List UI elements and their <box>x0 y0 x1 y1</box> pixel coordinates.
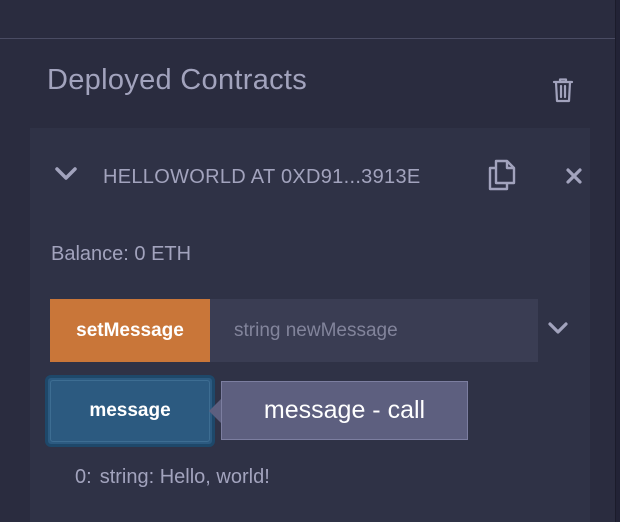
divider <box>0 38 615 39</box>
tooltip: message - call <box>221 381 468 440</box>
chevron-down-icon[interactable] <box>547 321 569 335</box>
trash-icon[interactable] <box>551 77 575 103</box>
chevron-down-icon[interactable] <box>54 166 78 182</box>
result-index: 0: <box>75 466 92 488</box>
result-value: string: Hello, world! <box>99 466 270 488</box>
panel-edge <box>615 0 620 522</box>
contract-name[interactable]: HELLOWORLD AT 0XD91...3913E <box>103 166 439 190</box>
call-result: 0: string: Hello, world! <box>75 466 270 489</box>
message-call-button[interactable]: message <box>45 375 215 447</box>
copy-icon[interactable] <box>487 159 517 191</box>
set-message-button[interactable]: setMessage <box>50 299 210 362</box>
balance-label: Balance: 0 ETH <box>51 243 192 265</box>
new-message-input[interactable]: string newMessage <box>210 299 538 362</box>
section-title: Deployed Contracts <box>47 64 308 96</box>
close-icon[interactable] <box>564 166 584 186</box>
message-button-label: message <box>50 380 210 442</box>
